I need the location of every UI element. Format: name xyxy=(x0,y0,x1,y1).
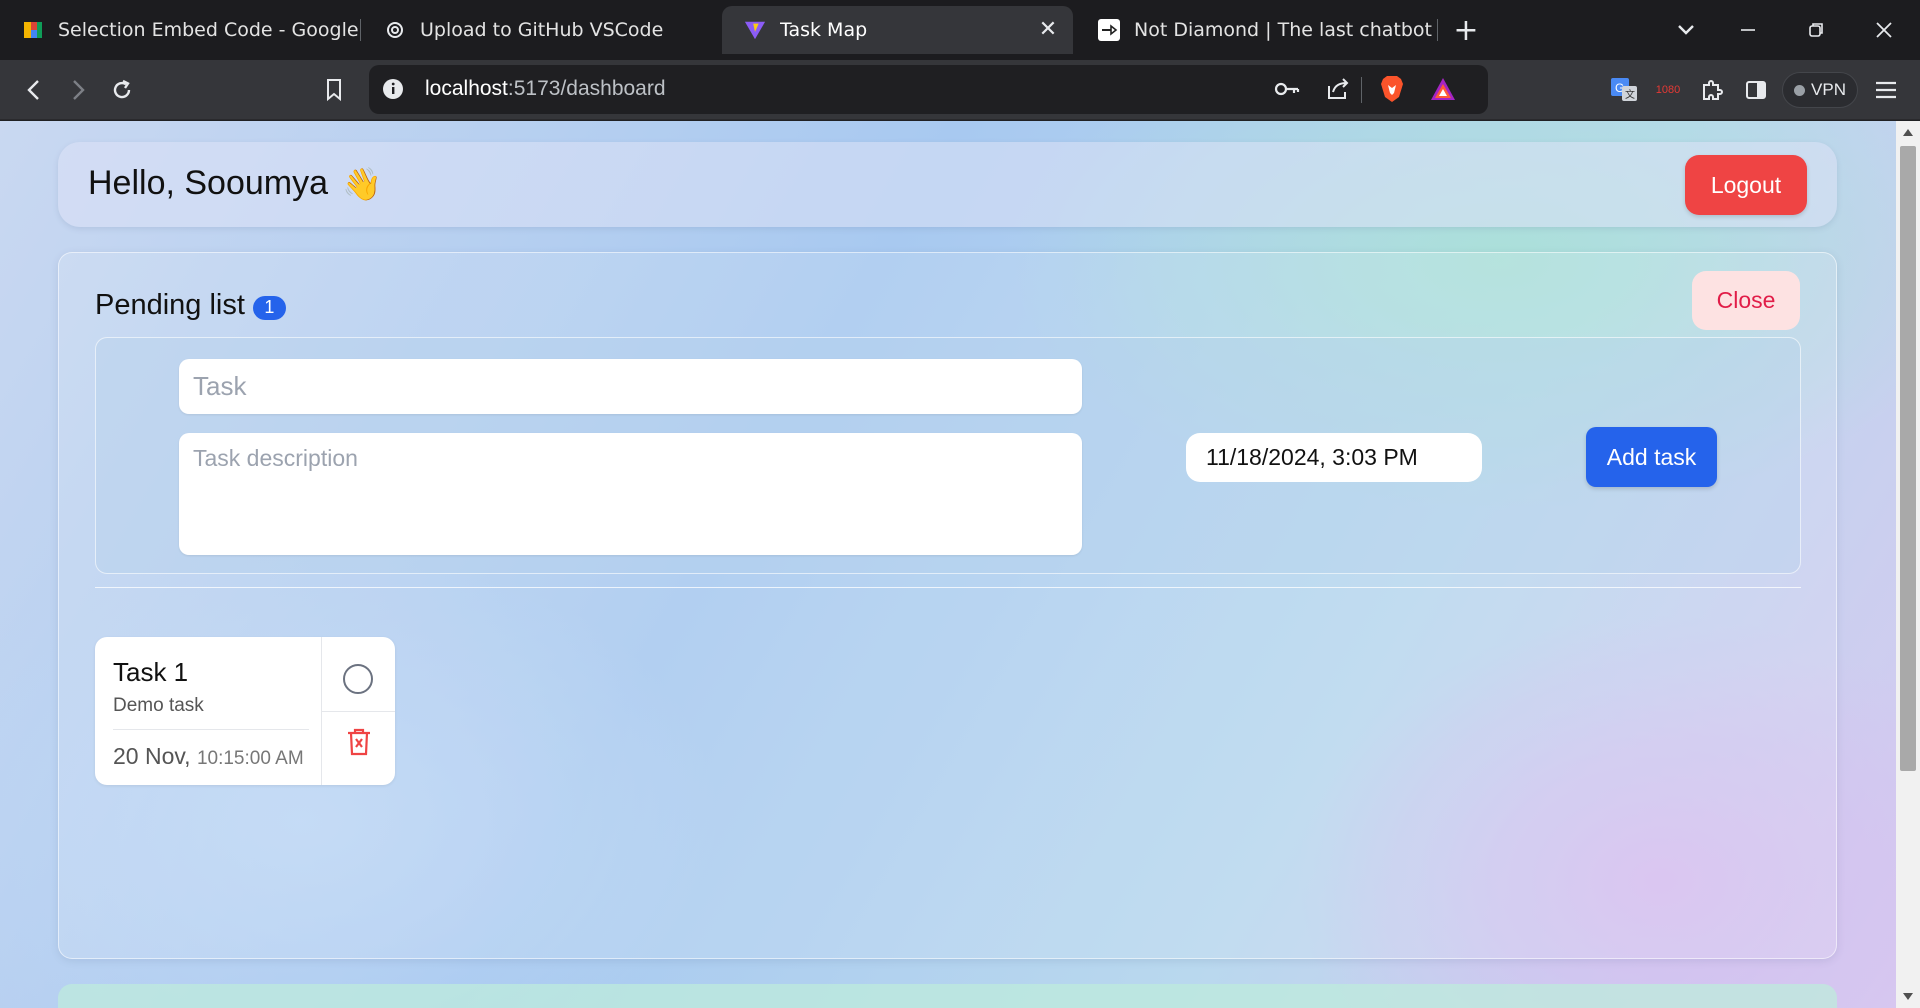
reload-icon[interactable] xyxy=(104,72,140,108)
task-divider xyxy=(113,729,309,730)
password-key-icon[interactable] xyxy=(1273,77,1301,105)
task-time: 10:15:00 AM xyxy=(196,748,304,769)
close-window-icon[interactable] xyxy=(1866,12,1902,48)
greeting-text: Hello, Sooumya xyxy=(88,164,329,202)
task-description: Demo task xyxy=(113,695,204,716)
pending-list-card: Pending list 1 Close 11/18/2024, 3:03 PM… xyxy=(58,252,1837,959)
tab-separator xyxy=(360,19,361,41)
task-datetime-input[interactable]: 11/18/2024, 3:03 PM xyxy=(1186,433,1482,482)
browser-toolbar: localhost:5173/dashboard G文 1080 VPN xyxy=(0,60,1920,120)
vpn-label: VPN xyxy=(1811,80,1846,99)
openai-icon xyxy=(384,19,406,41)
header-card: Hello, Sooumya 👋 Logout xyxy=(58,142,1837,227)
resolution-extension-icon[interactable]: 1080 xyxy=(1650,72,1686,108)
back-icon[interactable] xyxy=(16,72,52,108)
complete-circle-icon[interactable] xyxy=(343,664,373,694)
logout-button[interactable]: Logout xyxy=(1685,155,1807,215)
tab-title: Upload to GitHub VSCode xyxy=(420,19,664,41)
new-tab-icon[interactable]: + xyxy=(1448,12,1484,48)
task-title: Task 1 xyxy=(113,657,189,687)
tab-task-map[interactable]: Task Map ✕ xyxy=(722,6,1073,54)
next-section-card xyxy=(58,984,1837,1008)
tab-upload-github[interactable]: Upload to GitHub VSCode xyxy=(362,6,717,54)
sidebar-toggle-icon[interactable] xyxy=(1738,72,1774,108)
tab-not-diamond[interactable]: Not Diamond | The last chatbot you xyxy=(1076,6,1438,54)
vpn-status-dot xyxy=(1794,84,1806,96)
pending-list-title: Pending list 1 xyxy=(95,289,286,322)
site-info-icon[interactable] xyxy=(382,78,404,104)
brave-rewards-icon[interactable] xyxy=(1430,77,1456,105)
vite-icon xyxy=(744,19,766,41)
task-card: Task 1 Demo task 20 Nov, 10:15:00 AM xyxy=(95,637,395,785)
add-task-form: 11/18/2024, 3:03 PM Add task xyxy=(95,337,1801,574)
url-text[interactable]: localhost:5173/dashboard xyxy=(425,77,666,101)
task-actions xyxy=(322,637,395,785)
tab-title: Task Map xyxy=(780,19,868,41)
url-host: localhost xyxy=(425,77,508,100)
tab-search-chevron-icon[interactable] xyxy=(1668,12,1704,48)
omnibox-divider xyxy=(1361,77,1362,103)
forward-icon[interactable] xyxy=(60,72,96,108)
bookmark-icon[interactable] xyxy=(316,72,352,108)
actions-divider xyxy=(322,711,395,712)
address-bar[interactable]: localhost:5173/dashboard xyxy=(369,65,1488,114)
page-viewport: Hello, Sooumya 👋 Logout Pending list 1 C… xyxy=(0,121,1896,1008)
task-description-input[interactable] xyxy=(179,433,1082,555)
google-forms-icon xyxy=(22,19,44,41)
pending-title-text: Pending list xyxy=(95,289,245,321)
task-details: Task 1 Demo task 20 Nov, 10:15:00 AM xyxy=(95,637,322,785)
wave-emoji: 👋 xyxy=(342,165,382,202)
tab-title: Not Diamond | The last chatbot you xyxy=(1134,19,1438,41)
task-input[interactable] xyxy=(179,359,1082,414)
tab-separator xyxy=(1437,19,1438,41)
scroll-up-arrow-icon[interactable] xyxy=(1903,129,1913,136)
brave-shields-icon[interactable] xyxy=(1379,75,1405,107)
share-icon[interactable] xyxy=(1325,76,1351,106)
svg-text:文: 文 xyxy=(1625,88,1635,101)
menu-icon[interactable] xyxy=(1868,72,1904,108)
browser-tab-bar: Selection Embed Code - Google For Upload… xyxy=(0,0,1920,60)
extension-badge: 1080 xyxy=(1655,84,1681,96)
delete-trash-icon[interactable] xyxy=(346,727,372,757)
add-task-button[interactable]: Add task xyxy=(1586,427,1717,487)
section-divider xyxy=(95,587,1801,588)
tab-google-forms[interactable]: Selection Embed Code - Google For xyxy=(0,6,360,54)
minimize-icon[interactable] xyxy=(1730,12,1766,48)
page-scrollbar[interactable] xyxy=(1896,121,1920,1008)
pending-count-badge: 1 xyxy=(252,295,286,320)
tab-title: Selection Embed Code - Google For xyxy=(58,19,360,41)
extensions-puzzle-icon[interactable] xyxy=(1694,72,1730,108)
vpn-button[interactable]: VPN xyxy=(1782,72,1858,108)
url-path: :5173/dashboard xyxy=(507,77,666,100)
close-tab-icon[interactable]: ✕ xyxy=(1037,19,1059,41)
google-translate-icon[interactable]: G文 xyxy=(1606,72,1642,108)
task-date: 20 Nov, xyxy=(113,743,191,769)
scroll-down-arrow-icon[interactable] xyxy=(1903,993,1913,1000)
greeting: Hello, Sooumya 👋 xyxy=(88,164,382,203)
task-due: 20 Nov, 10:15:00 AM xyxy=(113,743,304,770)
notdiamond-icon xyxy=(1098,19,1120,41)
restore-icon[interactable] xyxy=(1798,12,1834,48)
close-button[interactable]: Close xyxy=(1692,271,1800,330)
scrollbar-thumb[interactable] xyxy=(1900,146,1916,771)
